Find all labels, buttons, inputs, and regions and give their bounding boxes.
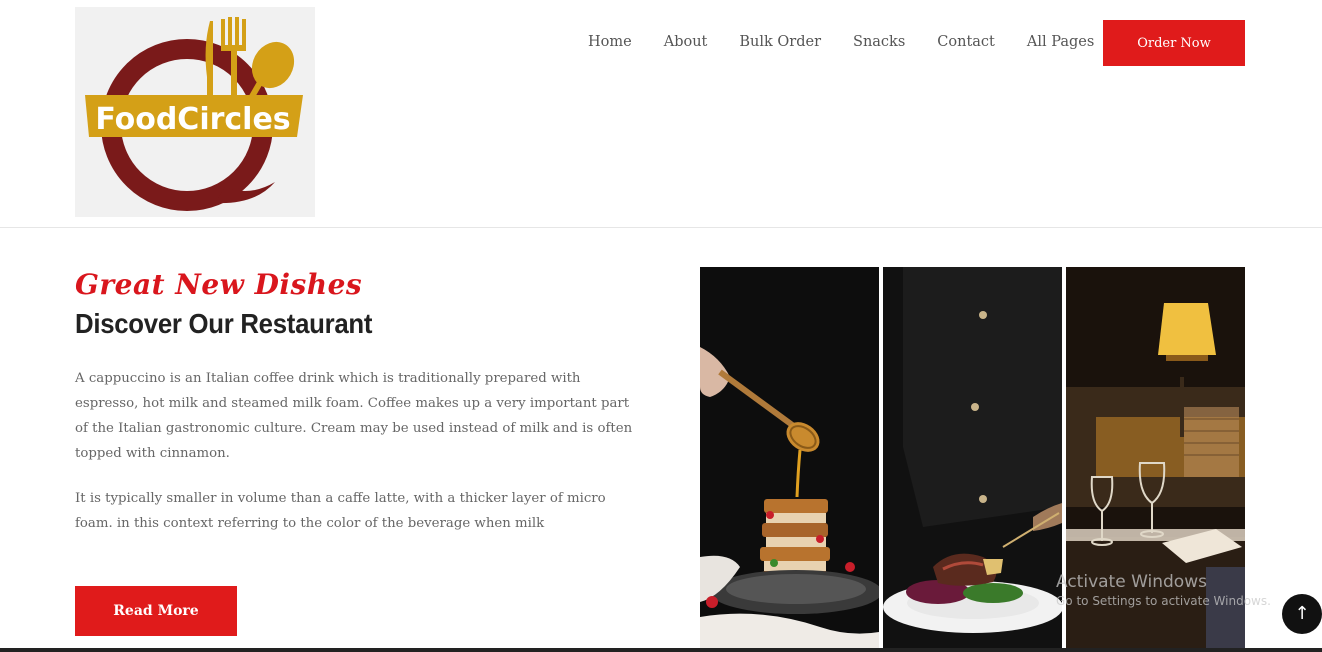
bottom-edge	[0, 648, 1322, 652]
restaurant-interior-photo	[1066, 267, 1245, 648]
plated-steak-photo	[883, 267, 1062, 648]
arrow-up-icon: ↑	[1294, 603, 1310, 624]
hero-title: Discover Our Restaurant	[75, 307, 373, 339]
site-header: FoodCircles Home About Bulk Order Snacks…	[0, 0, 1322, 228]
logo-text: FoodCircles	[95, 102, 290, 137]
main-nav: Home About Bulk Order Snacks Contact All…	[588, 30, 1094, 54]
hero-paragraph-2: It is typically smaller in volume than a…	[75, 490, 606, 531]
scroll-to-top-button[interactable]: ↑	[1282, 594, 1322, 634]
nav-home[interactable]: Home	[588, 34, 632, 50]
hero-paragraph-1: A cappuccino is an Italian coffee drink …	[75, 370, 633, 461]
hero-script-title: Great New Dishes	[75, 268, 363, 301]
nav-snacks[interactable]: Snacks	[853, 34, 905, 50]
honey-stack-photo	[700, 267, 879, 648]
order-now-button[interactable]: Order Now	[1103, 20, 1245, 66]
hero-section: Great New Dishes Discover Our Restaurant…	[75, 268, 635, 536]
nav-contact[interactable]: Contact	[937, 34, 995, 50]
logo-graphic: FoodCircles	[85, 17, 303, 211]
nav-all-pages[interactable]: All Pages	[1027, 34, 1094, 50]
logo[interactable]: FoodCircles	[75, 7, 315, 217]
nav-about[interactable]: About	[664, 34, 708, 50]
read-more-button[interactable]: Read More	[75, 586, 237, 636]
nav-bulk-order[interactable]: Bulk Order	[739, 34, 821, 50]
